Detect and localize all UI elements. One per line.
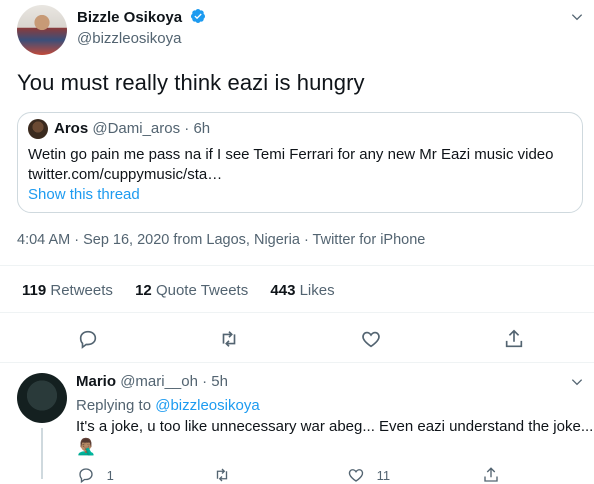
verified-badge-icon <box>190 9 205 23</box>
like-icon[interactable] <box>360 328 382 350</box>
like-icon[interactable] <box>347 466 365 484</box>
reply-share-action[interactable] <box>482 466 500 484</box>
quoted-tweet-text: Wetin go pain me pass na if I see Temi F… <box>28 145 554 185</box>
reply-reply-count: 1 <box>106 468 114 483</box>
replying-to-handle[interactable]: @bizzleosikoya <box>155 397 259 414</box>
chevron-down-icon[interactable] <box>570 375 584 389</box>
reply-like-count: 11 <box>376 468 391 483</box>
chevron-down-icon[interactable] <box>570 10 584 24</box>
author-handle[interactable]: @bizzleosikoya <box>77 30 181 47</box>
divider <box>0 265 594 266</box>
reply-author-name[interactable]: Mario <box>76 373 116 390</box>
quoted-tweet[interactable]: Aros @Dami_aros · 6h Wetin go pain me pa… <box>17 112 583 213</box>
quoted-author-row: Aros @Dami_aros · 6h <box>54 120 210 137</box>
reply-retweet-action[interactable] <box>213 466 231 484</box>
reply-header: Mario @mari__oh · 5h <box>76 373 228 390</box>
engagement-stats: 119 Retweets 12 Quote Tweets 443 Likes <box>22 282 353 299</box>
quoted-author-name: Aros <box>54 120 89 137</box>
thread-line <box>41 428 43 479</box>
quote-tweets-stat[interactable]: 12 Quote Tweets <box>135 282 248 299</box>
likes-stat[interactable]: 443 Likes <box>270 282 334 299</box>
reply-reply-action[interactable]: 1 <box>77 466 114 484</box>
author-name-row[interactable]: Bizzle Osikoya <box>77 8 206 27</box>
author-avatar[interactable] <box>17 5 67 55</box>
quoted-author-handle-time: @Dami_aros · 6h <box>92 120 211 137</box>
quoted-text-line: Wetin go pain me pass na if I see Temi F… <box>28 146 554 163</box>
tweet-timestamp-source[interactable]: 4:04 AM · Sep 16, 2020 from Lagos, Niger… <box>17 232 425 248</box>
show-thread-link[interactable]: Show this thread <box>28 186 140 203</box>
reply-like-action[interactable]: 11 <box>347 466 390 484</box>
reply-text: It's a joke, u too like unnecessary war … <box>76 418 594 435</box>
divider <box>0 362 594 363</box>
tweet-text: You must really think eazi is hungry <box>17 70 365 95</box>
quoted-tweet-link[interactable]: twitter.com/cuppymusic/sta… <box>28 165 554 185</box>
retweet-icon[interactable] <box>213 466 231 484</box>
share-icon[interactable] <box>482 466 500 484</box>
author-name[interactable]: Bizzle Osikoya <box>77 9 182 26</box>
reply-icon[interactable] <box>77 328 99 350</box>
reply-author-handle-time[interactable]: @mari__oh · 5h <box>120 373 228 390</box>
share-icon[interactable] <box>503 328 525 350</box>
divider <box>0 312 594 313</box>
retweet-icon[interactable] <box>218 328 240 350</box>
reply-author-avatar[interactable] <box>17 373 67 423</box>
replying-to: Replying to @bizzleosikoya <box>76 397 260 414</box>
reply-emoji: 🤦🏽‍♂️ <box>76 439 96 456</box>
retweets-stat[interactable]: 119 Retweets <box>22 282 113 299</box>
quoted-author-avatar <box>28 119 48 139</box>
reply-icon[interactable] <box>77 466 95 484</box>
